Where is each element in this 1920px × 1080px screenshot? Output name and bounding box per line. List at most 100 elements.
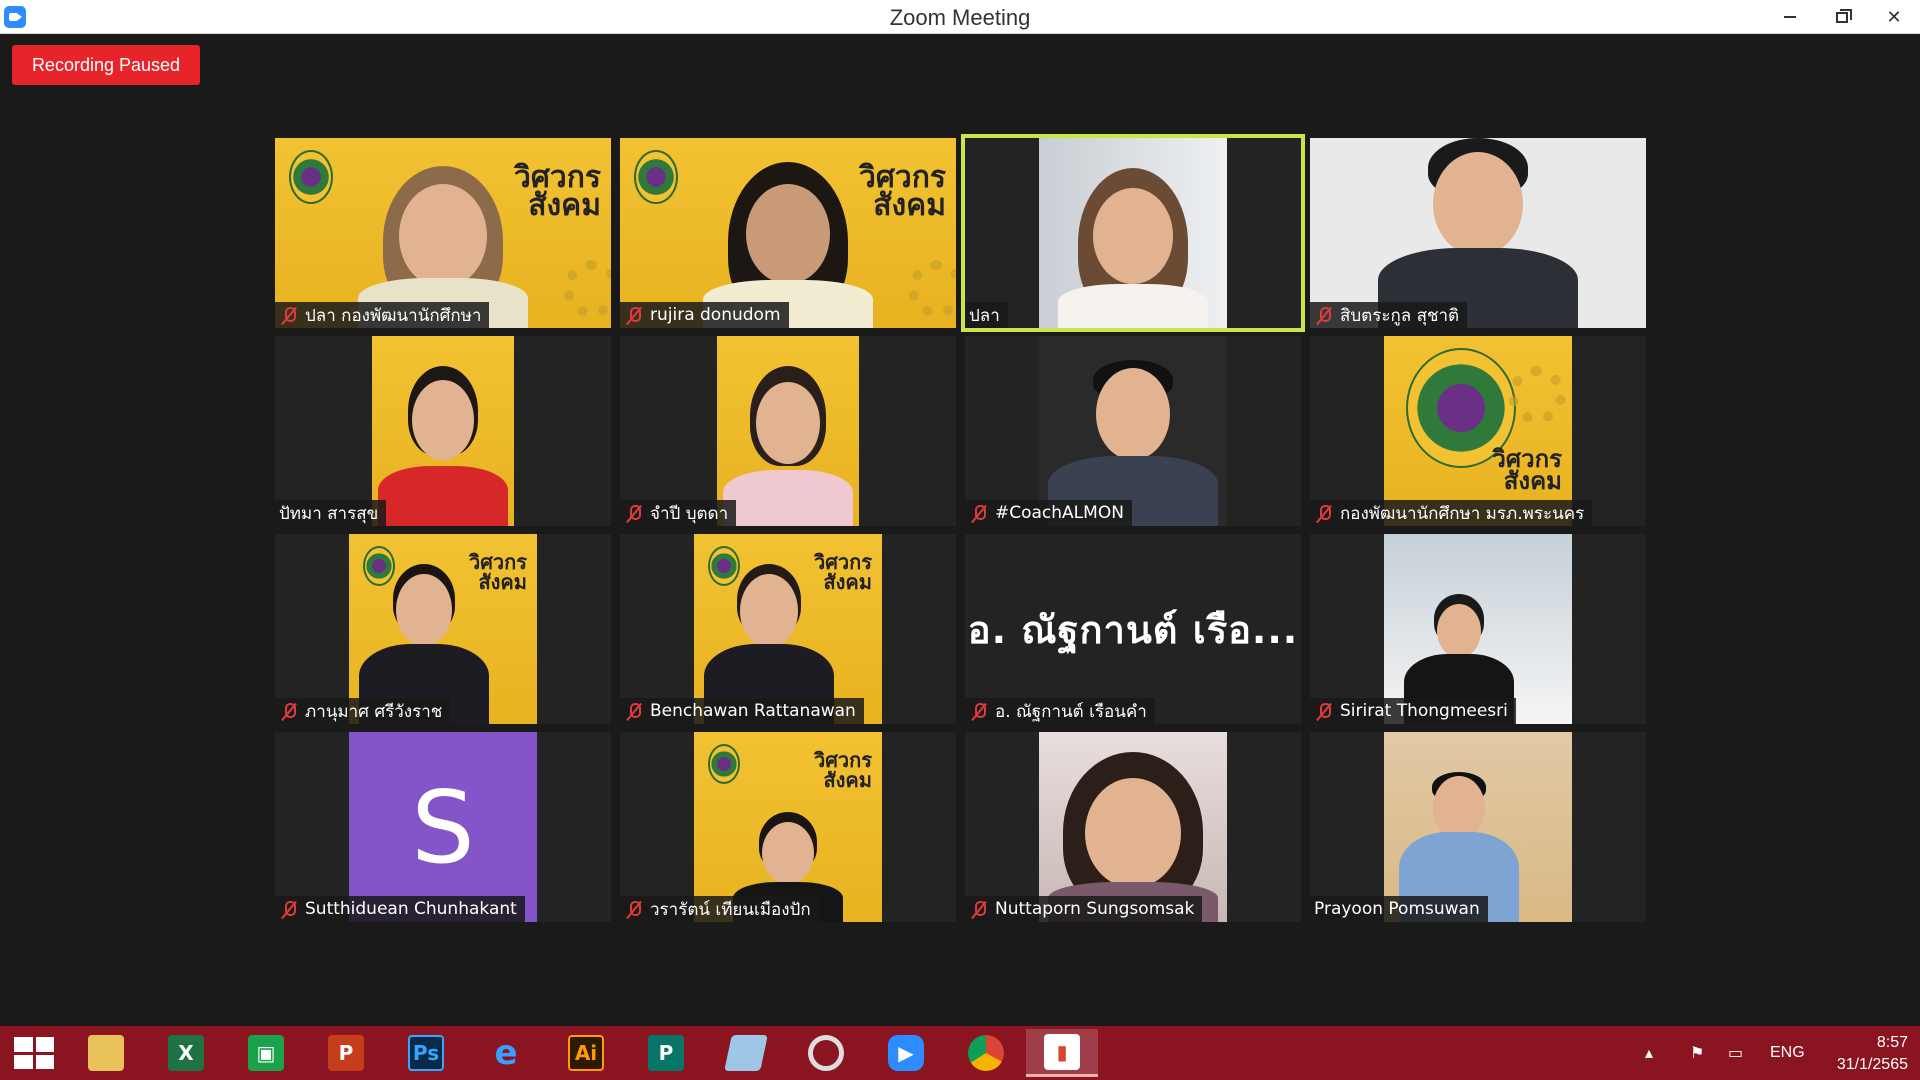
participant-video: วิศวกร สังคม xyxy=(694,534,882,724)
taskbar-file-explorer[interactable] xyxy=(70,1029,142,1077)
participant-name-label: ปลา xyxy=(965,302,1008,328)
participant-video xyxy=(1384,534,1572,724)
participant-figure xyxy=(1048,346,1218,526)
network-status[interactable]: ▭ xyxy=(1728,1026,1743,1080)
taskbar-photoshop[interactable]: Ps xyxy=(390,1029,462,1077)
participant-name-label: Benchawan Rattanawan xyxy=(620,698,864,724)
participant-tile[interactable]: วิศวกร สังคม Benchawan Rattanawan xyxy=(620,534,956,724)
participant-tile[interactable]: S Sutthiduean Chunhakant xyxy=(275,732,611,922)
publisher-icon: P xyxy=(648,1035,684,1071)
mic-muted-icon xyxy=(969,503,989,523)
mic-muted-icon xyxy=(279,899,299,919)
participant-tile[interactable]: อ. ณัฐกานต์ เรือ... อ. ณัฐกานต์ เรือนคำ xyxy=(965,534,1301,724)
participant-video: วิศวกร สังคม xyxy=(1384,336,1572,526)
participant-name-label: rujira donudom xyxy=(620,302,789,328)
taskbar-notepad[interactable] xyxy=(710,1029,782,1077)
participant-tile[interactable]: วิศวกร สังคม วรารัตน์ เทียนเมืองปัก xyxy=(620,732,956,922)
participant-name-label: อ. ณัฐกานต์ เรือนคำ xyxy=(965,698,1155,724)
participant-figure xyxy=(1378,138,1578,328)
participant-tile[interactable]: วิศวกร สังคม rujira donudom xyxy=(620,138,956,328)
close-button[interactable]: ✕ xyxy=(1868,0,1920,34)
participant-video: วิศวกร สังคม xyxy=(694,732,882,922)
participant-display-name: อ. ณัฐกานต์ เรือ... xyxy=(967,607,1299,652)
mic-muted-icon xyxy=(624,305,644,325)
university-seal-icon xyxy=(708,744,740,784)
folder-icon xyxy=(88,1035,124,1071)
participant-tile[interactable]: วิศวกร สังคม ภานุมาศ ศรีวังราช xyxy=(275,534,611,724)
university-seal-icon xyxy=(289,150,333,204)
taskbar: X ▣ P Ps e Ai P ▶ ▮ ▴ ⚑ ▭ ENG 8:57 31/1/… xyxy=(0,1026,1920,1080)
internet-explorer-icon: e xyxy=(494,1033,518,1073)
participant-name-label: Prayoon Pomsuwan xyxy=(1310,896,1488,922)
participant-tile[interactable]: ปัทมา สารสุข xyxy=(275,336,611,526)
brand-logo: วิศวกร สังคม xyxy=(782,750,872,790)
participant-tile[interactable]: #CoachALMON xyxy=(965,336,1301,526)
participant-name: จำปี บุตดา xyxy=(650,503,729,524)
start-button[interactable] xyxy=(14,1037,54,1069)
participant-tile[interactable]: วิศวกร สังคม กองพัฒนานักศึกษา มรภ.พระนคร xyxy=(1310,336,1646,526)
participant-name: สิบตระกูล สุชาติ xyxy=(1340,305,1460,326)
taskbar-photoscape[interactable] xyxy=(790,1029,862,1077)
participant-name-label: ปลา กองพัฒนานักศึกษา xyxy=(275,302,490,328)
clock-date: 31/1/2565 xyxy=(1836,1056,1908,1073)
minimize-button[interactable] xyxy=(1764,0,1816,34)
system-clock[interactable]: 8:57 31/1/2565 xyxy=(1837,1032,1908,1076)
participant-video xyxy=(1384,732,1572,922)
mic-muted-icon xyxy=(969,899,989,919)
taskbar-publisher[interactable]: P xyxy=(630,1029,702,1077)
illustrator-icon: Ai xyxy=(568,1035,604,1071)
participant-name-label: ปัทมา สารสุข xyxy=(275,500,387,526)
taskbar-photos[interactable]: ▮ xyxy=(1026,1029,1098,1077)
participant-name-label: สิบตระกูล สุชาติ xyxy=(1310,302,1468,328)
taskbar-zoom[interactable]: ▶ xyxy=(870,1029,942,1077)
restore-button[interactable] xyxy=(1816,0,1868,34)
participant-name: Sutthiduean Chunhakant xyxy=(305,899,517,919)
show-hidden-icons-button[interactable]: ▴ xyxy=(1645,1026,1653,1080)
participant-tile[interactable]: Sirirat Thongmeesri xyxy=(1310,534,1646,724)
participant-video: วิศวกร สังคม xyxy=(349,534,537,724)
participant-video xyxy=(1039,138,1227,328)
participant-video xyxy=(372,336,514,526)
taskbar-internet-explorer[interactable]: e xyxy=(470,1029,542,1077)
taskbar-powerpoint[interactable]: P xyxy=(310,1029,382,1077)
taskbar-illustrator[interactable]: Ai xyxy=(550,1029,622,1077)
brand-line-2: สังคม xyxy=(1503,467,1562,495)
recording-paused-badge[interactable]: Recording Paused xyxy=(12,45,200,85)
participant-name: Nuttaporn Sungsomsak xyxy=(995,899,1195,919)
restore-icon xyxy=(1836,8,1852,23)
mic-muted-icon xyxy=(969,701,989,721)
taskbar-chrome[interactable] xyxy=(950,1029,1022,1077)
mic-muted-icon xyxy=(624,701,644,721)
mic-muted-icon xyxy=(1314,701,1334,721)
participant-name: วรารัตน์ เทียนเมืองปัก xyxy=(650,899,811,920)
language-indicator[interactable]: ENG xyxy=(1770,1026,1805,1080)
participant-tile-active-speaker[interactable]: ปลา xyxy=(961,134,1305,332)
participant-name-label: Sirirat Thongmeesri xyxy=(1310,698,1516,724)
participant-figure xyxy=(1048,742,1218,922)
participant-tile[interactable]: สิบตระกูล สุชาติ xyxy=(1310,138,1646,328)
photoshop-icon: Ps xyxy=(408,1035,444,1071)
photoscape-icon xyxy=(808,1035,844,1071)
action-center-flag[interactable]: ⚑ xyxy=(1690,1026,1704,1080)
participant-name-label: กองพัฒนานักศึกษา มรภ.พระนคร xyxy=(1310,500,1593,526)
gear-icon xyxy=(563,260,611,318)
network-icon: ▭ xyxy=(1728,1045,1744,1062)
participant-name-label: Nuttaporn Sungsomsak xyxy=(965,896,1203,922)
mic-muted-icon xyxy=(279,701,299,721)
participant-name: กองพัฒนานักศึกษา มรภ.พระนคร xyxy=(1340,503,1585,524)
taskbar-excel[interactable]: X xyxy=(150,1029,222,1077)
participant-tile[interactable]: จำปี บุตดา xyxy=(620,336,956,526)
participant-tile[interactable]: Prayoon Pomsuwan xyxy=(1310,732,1646,922)
brand-line-2: สังคม xyxy=(528,188,601,223)
mic-muted-icon xyxy=(624,503,644,523)
participant-name: #CoachALMON xyxy=(995,503,1124,523)
participant-tile[interactable]: Nuttaporn Sungsomsak xyxy=(965,732,1301,922)
brand-logo: วิศวกร สังคม xyxy=(1472,447,1562,495)
participant-tile[interactable]: วิศวกร สังคม ปลา กองพัฒนานักศึกษา xyxy=(275,138,611,328)
participant-figure xyxy=(378,356,508,526)
participant-name: Prayoon Pomsuwan xyxy=(1314,899,1480,919)
participant-name: rujira donudom xyxy=(650,305,781,325)
participant-video: วิศวกร สังคม xyxy=(620,138,956,328)
participant-figure xyxy=(1058,148,1208,328)
taskbar-store[interactable]: ▣ xyxy=(230,1029,302,1077)
